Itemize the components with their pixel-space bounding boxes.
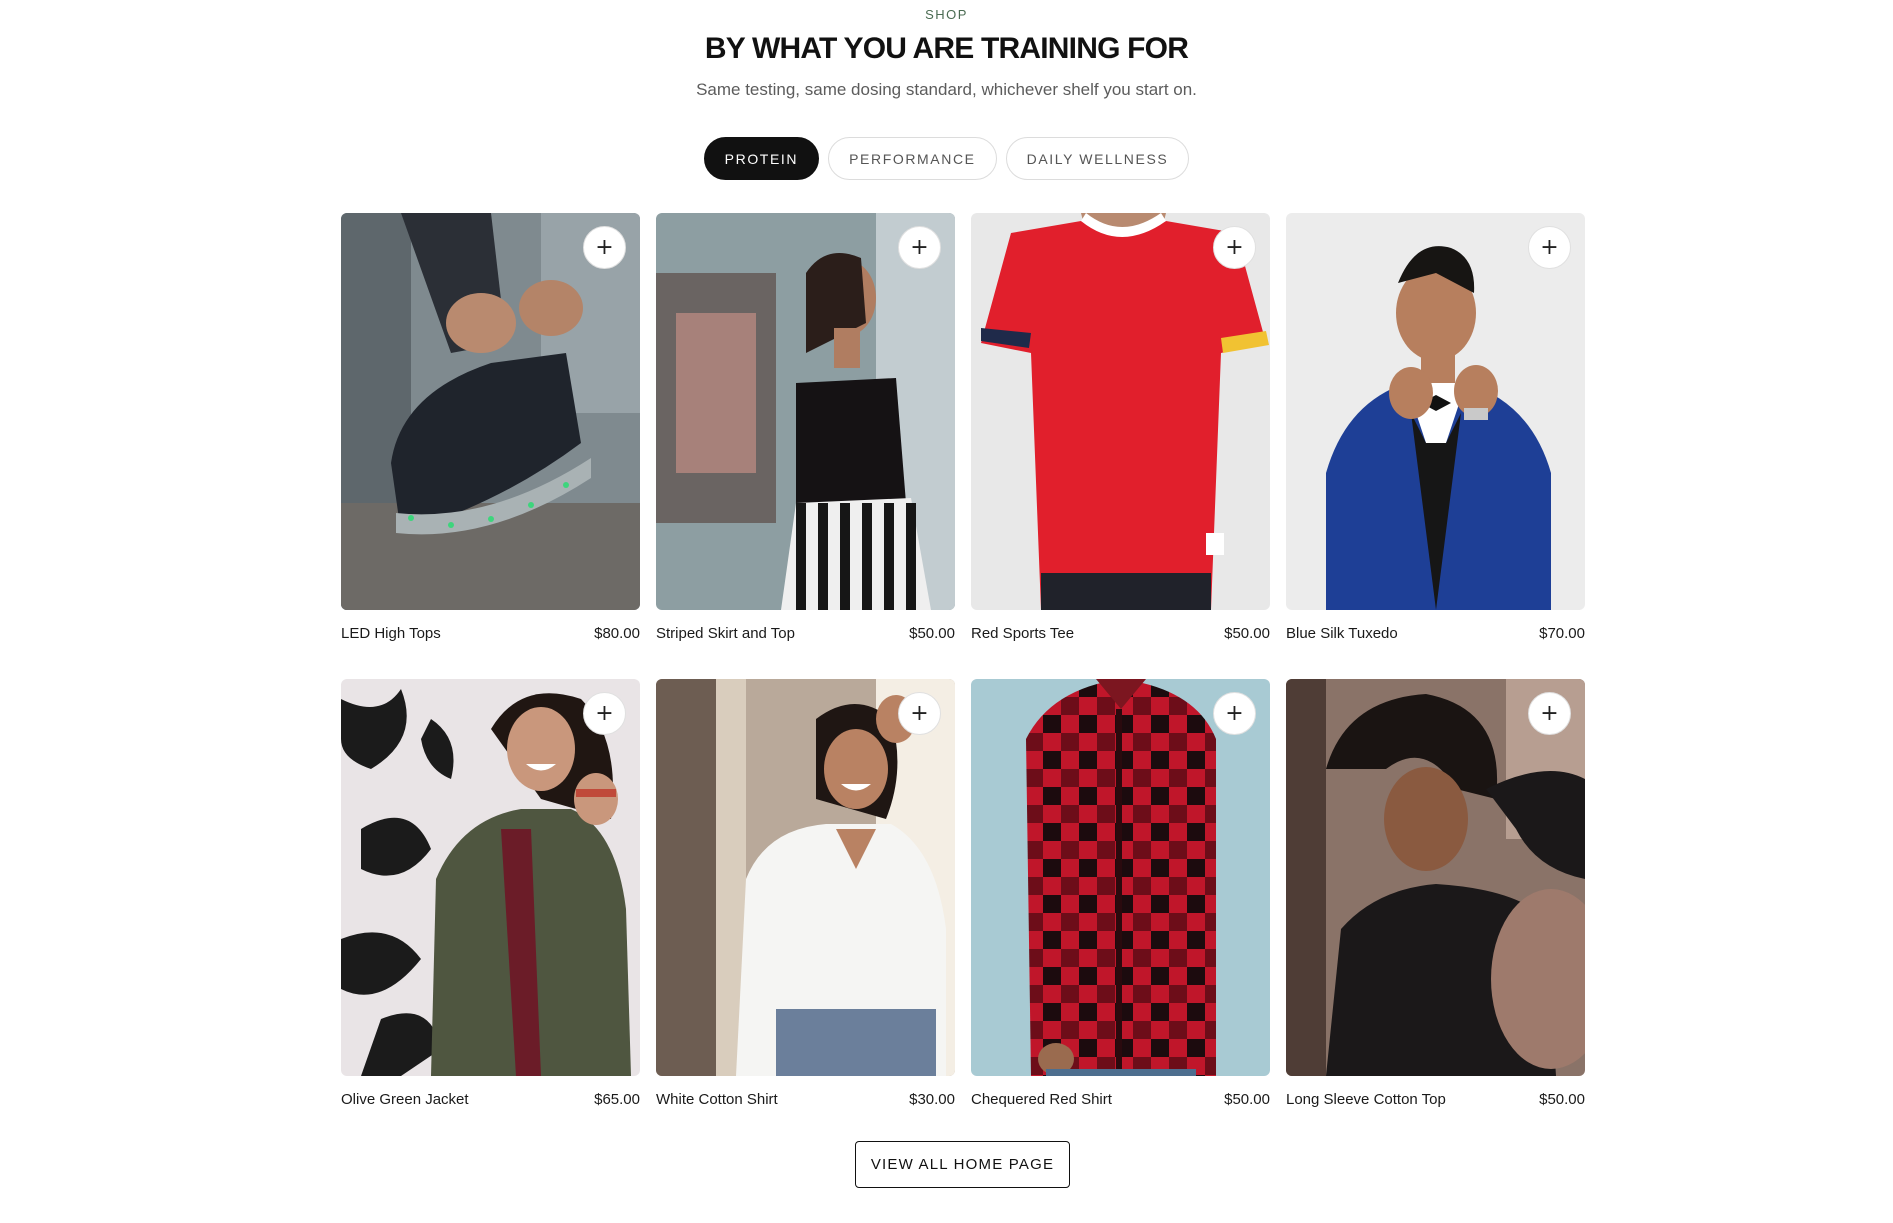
product-meta: Blue Silk Tuxedo $70.00: [1286, 625, 1585, 642]
product-name[interactable]: Red Sports Tee: [971, 625, 1074, 642]
product-card[interactable]: + Blue Silk Tuxedo $70.00: [1286, 213, 1585, 679]
product-meta: Striped Skirt and Top $50.00: [656, 625, 955, 642]
product-card[interactable]: + Long Sleeve Cotton Top $50.00: [1286, 679, 1585, 1145]
product-name[interactable]: LED High Tops: [341, 625, 441, 642]
tab-performance[interactable]: PERFORMANCE: [828, 137, 997, 180]
product-name[interactable]: Blue Silk Tuxedo: [1286, 625, 1398, 642]
product-meta: Olive Green Jacket $65.00: [341, 1091, 640, 1108]
product-price: $70.00: [1539, 625, 1585, 642]
add-to-cart-button[interactable]: +: [898, 226, 941, 269]
product-card[interactable]: + Red Sports Tee $50.00: [971, 213, 1270, 679]
product-price: $50.00: [1224, 625, 1270, 642]
add-to-cart-button[interactable]: +: [583, 226, 626, 269]
product-price: $50.00: [909, 625, 955, 642]
product-grid: + LED High Tops $80.00 + Striped Skirt a…: [341, 213, 1585, 1145]
section-eyebrow: SHOP: [925, 7, 968, 22]
product-name[interactable]: Olive Green Jacket: [341, 1091, 469, 1108]
product-name[interactable]: Striped Skirt and Top: [656, 625, 795, 642]
add-to-cart-button[interactable]: +: [1528, 692, 1571, 735]
section-title: BY WHAT YOU ARE TRAINING FOR: [704, 32, 1189, 65]
product-name[interactable]: White Cotton Shirt: [656, 1091, 778, 1108]
product-image[interactable]: +: [341, 213, 640, 610]
tab-protein[interactable]: PROTEIN: [703, 137, 820, 180]
product-meta: White Cotton Shirt $30.00: [656, 1091, 955, 1108]
product-price: $65.00: [594, 1091, 640, 1108]
product-meta: Red Sports Tee $50.00: [971, 625, 1270, 642]
product-meta: Long Sleeve Cotton Top $50.00: [1286, 1091, 1585, 1108]
add-to-cart-button[interactable]: +: [898, 692, 941, 735]
product-card[interactable]: + Chequered Red Shirt $50.00: [971, 679, 1270, 1145]
product-image[interactable]: +: [1286, 213, 1585, 610]
product-image[interactable]: +: [656, 213, 955, 610]
product-price: $50.00: [1224, 1091, 1270, 1108]
product-price: $50.00: [1539, 1091, 1585, 1108]
product-image[interactable]: +: [971, 679, 1270, 1076]
product-name[interactable]: Long Sleeve Cotton Top: [1286, 1091, 1446, 1108]
product-card[interactable]: + Striped Skirt and Top $50.00: [656, 213, 955, 679]
product-image[interactable]: +: [971, 213, 1270, 610]
product-card[interactable]: + Olive Green Jacket $65.00: [341, 679, 640, 1145]
product-image[interactable]: +: [1286, 679, 1585, 1076]
product-meta: LED High Tops $80.00: [341, 625, 640, 642]
product-image[interactable]: +: [341, 679, 640, 1076]
product-meta: Chequered Red Shirt $50.00: [971, 1091, 1270, 1108]
section-subtitle: Same testing, same dosing standard, whic…: [696, 80, 1197, 99]
add-to-cart-button[interactable]: +: [1528, 226, 1571, 269]
product-card[interactable]: + LED High Tops $80.00: [341, 213, 640, 679]
product-card[interactable]: + White Cotton Shirt $30.00: [656, 679, 955, 1145]
add-to-cart-button[interactable]: +: [1213, 692, 1256, 735]
product-name[interactable]: Chequered Red Shirt: [971, 1091, 1112, 1108]
product-image[interactable]: +: [656, 679, 955, 1076]
product-price: $30.00: [909, 1091, 955, 1108]
product-price: $80.00: [594, 625, 640, 642]
add-to-cart-button[interactable]: +: [583, 692, 626, 735]
add-to-cart-button[interactable]: +: [1213, 226, 1256, 269]
view-all-button[interactable]: VIEW ALL HOME PAGE: [855, 1141, 1070, 1188]
category-tabs: PROTEIN PERFORMANCE DAILY WELLNESS: [0, 137, 1893, 180]
tab-daily-wellness[interactable]: DAILY WELLNESS: [1005, 137, 1190, 180]
